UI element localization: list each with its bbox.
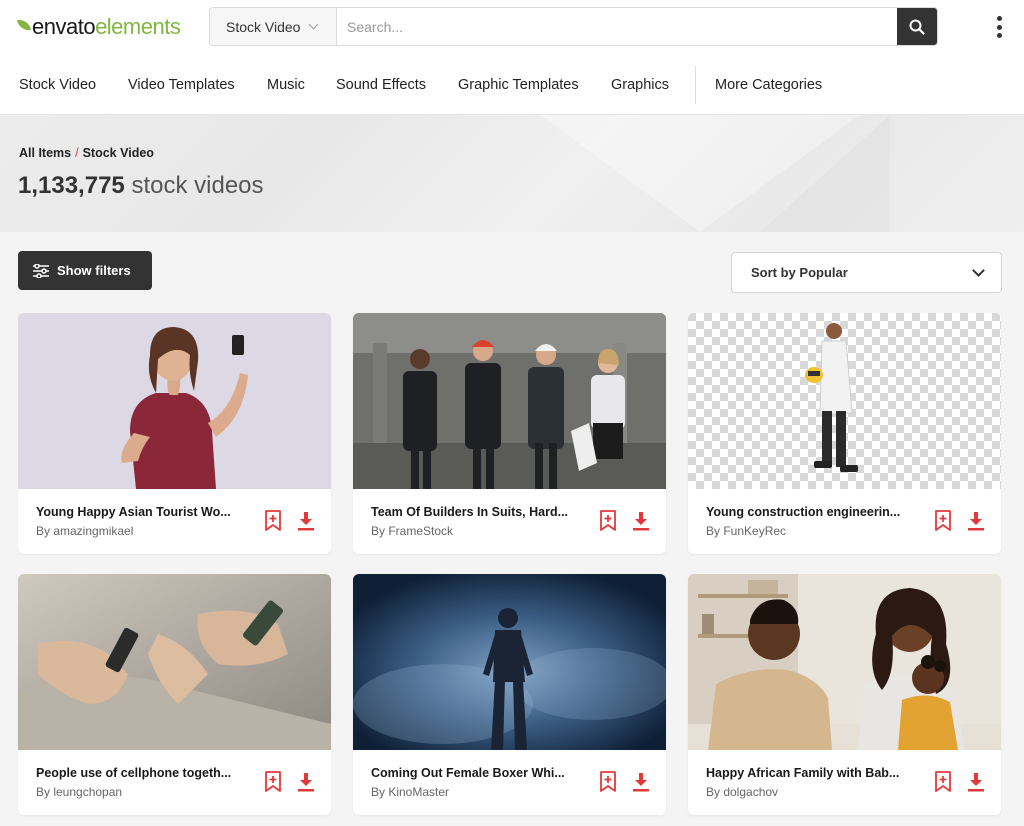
video-thumbnail[interactable]	[18, 574, 331, 750]
video-card[interactable]: People use of cellphone togeth... By leu…	[18, 574, 331, 815]
results-count: 1,133,775 stock videos	[18, 172, 264, 200]
video-author[interactable]: By amazingmikael	[36, 524, 133, 538]
show-filters-button[interactable]: Show filters	[18, 251, 152, 290]
chevron-down-icon	[972, 264, 985, 277]
envato-elements-logo[interactable]: envato elements	[17, 13, 181, 41]
video-title[interactable]: Team Of Builders In Suits, Hard...	[371, 505, 571, 519]
video-author[interactable]: By dolgachov	[706, 785, 778, 799]
bookmark-add-icon[interactable]	[934, 510, 952, 532]
logo-word-envato: envato	[32, 14, 96, 39]
download-icon[interactable]	[297, 511, 315, 531]
nav-stock-video[interactable]: Stock Video	[19, 77, 96, 93]
video-card[interactable]: Young Happy Asian Tourist Wo... By amazi…	[18, 313, 331, 554]
results-count-number: 1,133,775	[18, 172, 125, 199]
video-thumbnail[interactable]	[688, 313, 1001, 489]
breadcrumb-separator: /	[75, 146, 79, 160]
video-card[interactable]: Young construction engineerin... By FunK…	[688, 313, 1001, 554]
search-input[interactable]	[337, 8, 897, 45]
video-author[interactable]: By FunKeyRec	[706, 524, 786, 538]
breadcrumb: All Items / Stock Video	[19, 146, 154, 160]
search-bar: Stock Video	[209, 7, 938, 46]
nav-sound-effects[interactable]: Sound Effects	[336, 77, 426, 93]
bookmark-add-icon[interactable]	[264, 510, 282, 532]
download-icon[interactable]	[967, 511, 985, 531]
video-thumbnail[interactable]	[688, 574, 1001, 750]
results-hero: All Items / Stock Video 1,133,775 stock …	[0, 115, 1024, 232]
nav-graphics[interactable]: Graphics	[611, 77, 669, 93]
video-author[interactable]: By KinoMaster	[371, 785, 449, 799]
video-title[interactable]: Happy African Family with Bab...	[706, 766, 906, 780]
video-author[interactable]: By FrameStock	[371, 524, 453, 538]
nav-graphic-templates[interactable]: Graphic Templates	[458, 77, 579, 93]
bookmark-add-icon[interactable]	[599, 510, 617, 532]
bookmark-add-icon[interactable]	[599, 771, 617, 793]
sort-dropdown[interactable]: Sort by Popular	[731, 252, 1002, 293]
video-thumbnail[interactable]	[353, 313, 666, 489]
search-button[interactable]	[897, 8, 937, 45]
video-thumbnail[interactable]	[18, 313, 331, 489]
bookmark-add-icon[interactable]	[264, 771, 282, 793]
results-count-label: stock videos	[131, 172, 264, 199]
video-card[interactable]: Happy African Family with Bab... By dolg…	[688, 574, 1001, 815]
top-header: envato elements Stock Video Stock Video …	[0, 0, 1024, 115]
bookmark-add-icon[interactable]	[934, 771, 952, 793]
sort-label: Sort by Popular	[751, 265, 848, 280]
breadcrumb-all-items[interactable]: All Items	[19, 146, 71, 160]
video-thumbnail[interactable]	[353, 574, 666, 750]
kebab-menu-icon[interactable]	[990, 14, 1008, 40]
nav-more-categories[interactable]: More Categories	[715, 77, 822, 93]
breadcrumb-current: Stock Video	[82, 146, 154, 160]
show-filters-label: Show filters	[57, 263, 131, 278]
nav-divider	[695, 66, 696, 104]
download-icon[interactable]	[967, 772, 985, 792]
search-category-dropdown[interactable]: Stock Video	[210, 8, 337, 45]
download-icon[interactable]	[632, 772, 650, 792]
chevron-down-icon	[309, 19, 319, 30]
video-title[interactable]: Young Happy Asian Tourist Wo...	[36, 505, 236, 519]
video-card[interactable]: Coming Out Female Boxer Whi... By KinoMa…	[353, 574, 666, 815]
video-title[interactable]: People use of cellphone togeth...	[36, 766, 236, 780]
nav-music[interactable]: Music	[267, 77, 305, 93]
nav-video-templates[interactable]: Video Templates	[128, 77, 235, 93]
download-icon[interactable]	[297, 772, 315, 792]
video-author[interactable]: By leungchopan	[36, 785, 122, 799]
leaf-logo-icon	[17, 18, 31, 32]
video-card[interactable]: Team Of Builders In Suits, Hard... By Fr…	[353, 313, 666, 554]
download-icon[interactable]	[632, 511, 650, 531]
search-icon	[909, 19, 925, 35]
video-title[interactable]: Coming Out Female Boxer Whi...	[371, 766, 571, 780]
sliders-icon	[33, 263, 49, 278]
video-title[interactable]: Young construction engineerin...	[706, 505, 906, 519]
logo-word-elements: elements	[95, 14, 181, 39]
search-category-label: Stock Video	[226, 18, 301, 35]
